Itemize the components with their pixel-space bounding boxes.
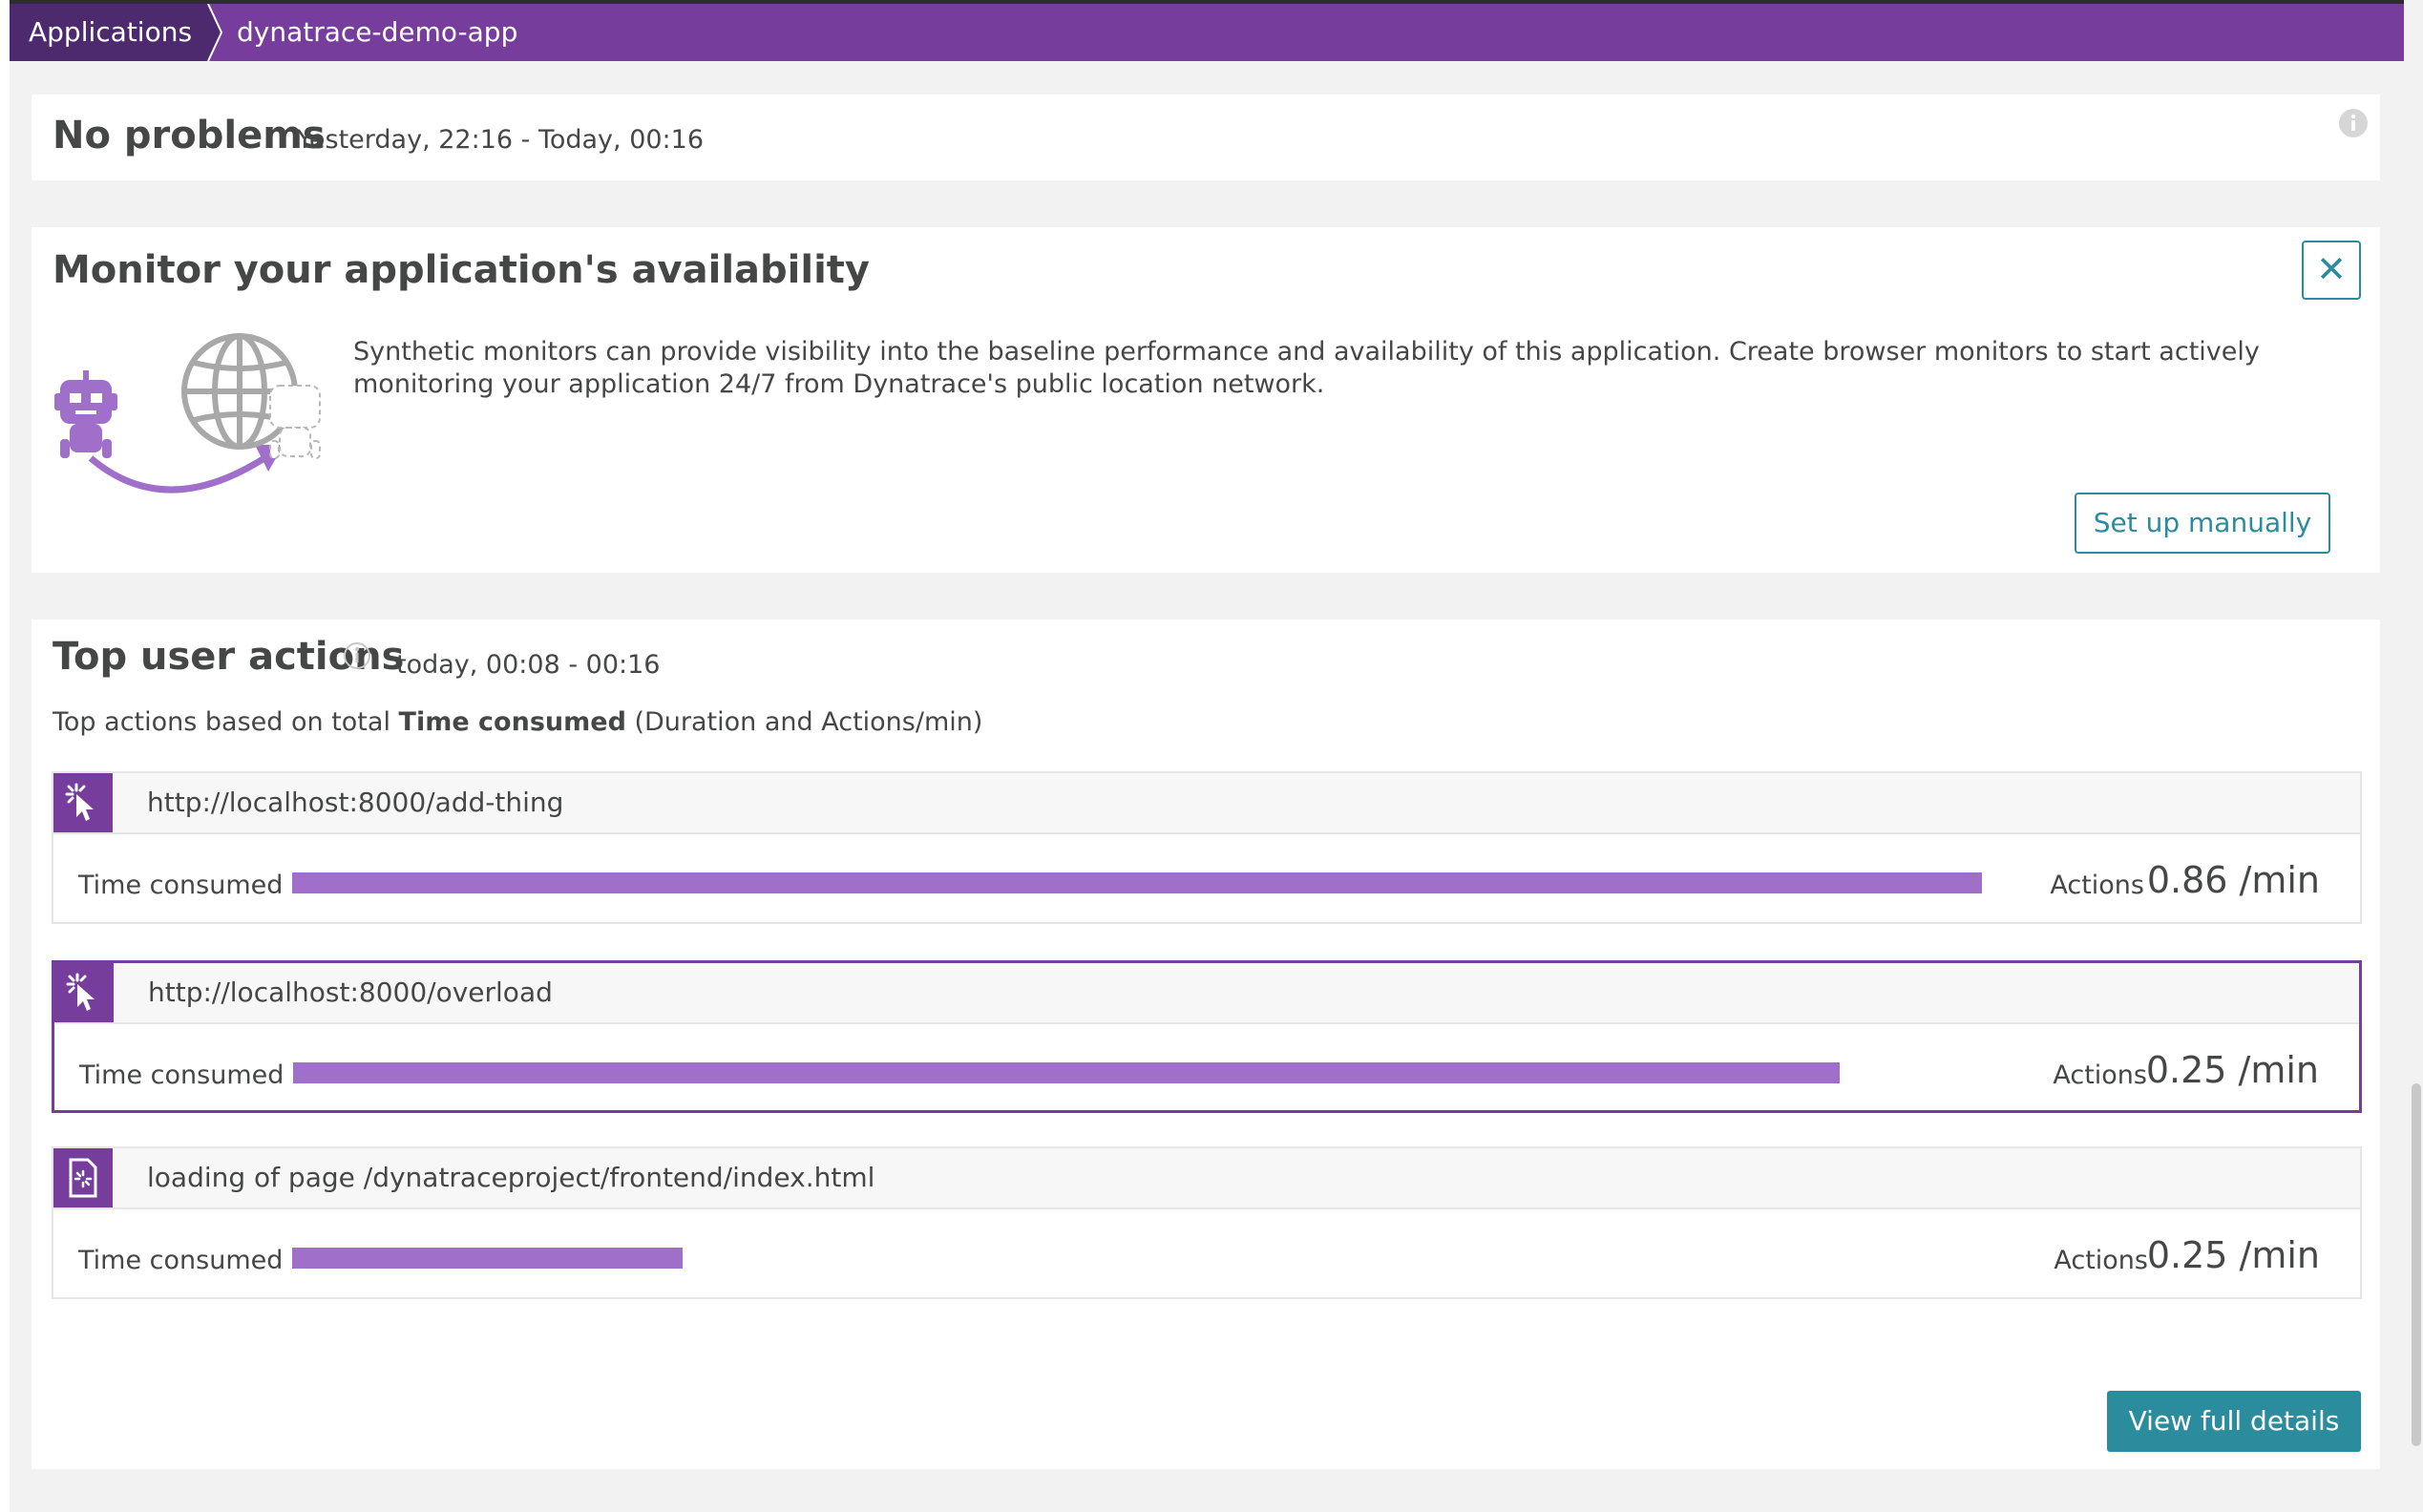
set-up-manually-button[interactable]: Set up manually xyxy=(2075,493,2330,554)
action-card[interactable]: http://localhost:8000/add-thing Time con… xyxy=(52,771,2362,924)
view-full-details-button[interactable]: View full details xyxy=(2107,1391,2361,1452)
actions-label: Actions xyxy=(2053,1060,2147,1090)
time-consumed-bar-fill xyxy=(292,872,1982,893)
scrollbar[interactable] xyxy=(2412,1083,2421,1446)
time-consumed-label: Time consumed xyxy=(78,1246,284,1275)
time-consumed-bar xyxy=(293,1062,1983,1083)
subtitle-prefix: Top actions based on total xyxy=(53,707,399,737)
problems-timeframe: Yesterday, 22:16 - Today, 00:16 xyxy=(297,125,705,155)
left-edge xyxy=(0,0,10,1512)
action-header: loading of page /dynatraceproject/fronte… xyxy=(53,1148,2360,1209)
close-button[interactable]: ✕ xyxy=(2302,241,2361,300)
breadcrumb-separator-icon xyxy=(195,4,223,61)
time-consumed-bar xyxy=(292,872,1982,893)
action-name[interactable]: http://localhost:8000/overload xyxy=(148,976,553,1008)
subtitle-suffix: (Duration and Actions/min) xyxy=(625,707,983,737)
monitor-description: Synthetic monitors can provide visibilit… xyxy=(353,337,2260,399)
breadcrumb: Applications dynatrace-demo-app xyxy=(10,0,2404,61)
top-actions-timeframe: today, 00:08 - 00:16 xyxy=(396,650,661,680)
problems-panel: No problems Yesterday, 22:16 - Today, 00… xyxy=(32,94,2380,180)
synthetic-monitor-illustration xyxy=(54,333,321,494)
action-header: http://localhost:8000/add-thing xyxy=(53,773,2360,834)
click-action-icon xyxy=(53,773,113,832)
subtitle-bold: Time consumed xyxy=(398,707,626,737)
time-consumed-bar-fill xyxy=(292,1248,683,1269)
actions-per-min: 0.25 /min xyxy=(2145,1049,2319,1091)
action-header: http://localhost:8000/overload xyxy=(54,963,2359,1024)
actions-per-min: 0.86 /min xyxy=(2146,859,2320,901)
top-actions-subtitle: Top actions based on total Time consumed… xyxy=(53,707,982,737)
actions-label: Actions xyxy=(2054,1246,2148,1275)
action-card-selected[interactable]: http://localhost:8000/overload Time cons… xyxy=(52,960,2362,1113)
actions-per-min: 0.25 /min xyxy=(2146,1234,2320,1276)
breadcrumb-current-app[interactable]: dynatrace-demo-app xyxy=(237,4,517,61)
monitor-title: Monitor your application's availability xyxy=(53,248,870,292)
page-load-icon xyxy=(53,1148,113,1208)
action-name[interactable]: http://localhost:8000/add-thing xyxy=(147,787,563,818)
top-user-actions-panel: Top user actions today, 00:08 - 00:16 To… xyxy=(32,620,2380,1469)
click-action-icon xyxy=(54,963,114,1022)
time-consumed-label: Time consumed xyxy=(79,1060,284,1090)
time-consumed-label: Time consumed xyxy=(78,871,284,900)
action-name[interactable]: loading of page /dynatraceproject/fronte… xyxy=(147,1162,874,1193)
problems-title: No problems xyxy=(53,114,326,158)
time-consumed-bar-fill xyxy=(293,1062,1840,1083)
actions-label: Actions xyxy=(2050,871,2144,900)
action-card[interactable]: loading of page /dynatraceproject/fronte… xyxy=(52,1146,2362,1299)
breadcrumb-applications[interactable]: Applications xyxy=(10,4,200,61)
info-icon[interactable] xyxy=(2338,108,2369,138)
time-consumed-bar xyxy=(292,1248,1982,1269)
info-icon[interactable] xyxy=(343,641,371,670)
monitor-availability-panel: Monitor your application's availability … xyxy=(32,227,2380,573)
